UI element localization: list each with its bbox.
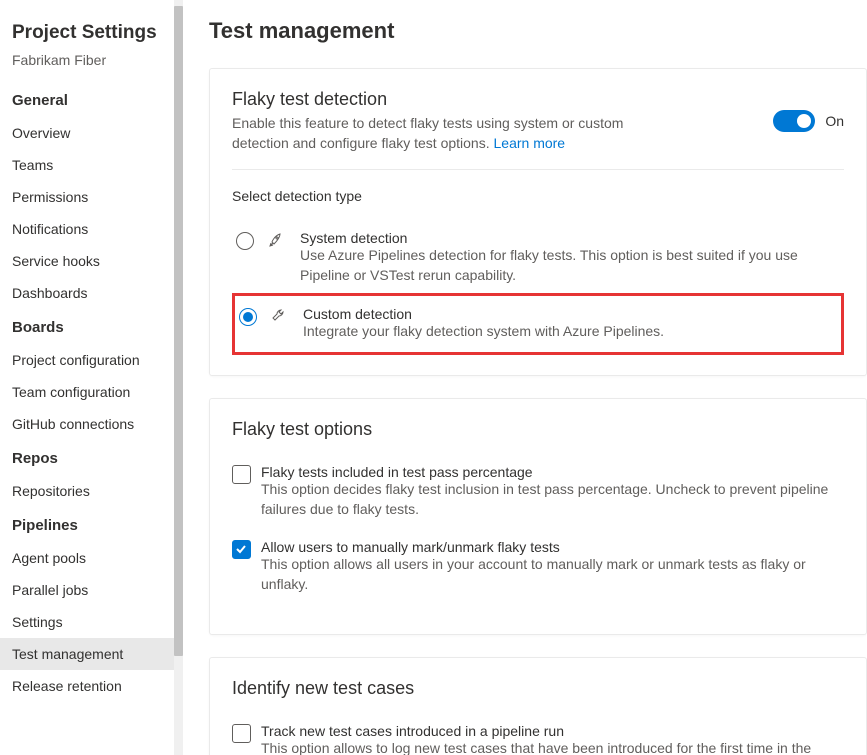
detection-title: Flaky test detection: [232, 89, 662, 110]
option-desc-1: This option allows all users in your acc…: [261, 555, 844, 594]
flaky-detection-card: Flaky test detection Enable this feature…: [209, 68, 867, 376]
sidebar-item-notifications[interactable]: Notifications: [0, 213, 183, 245]
identify-desc-0: This option allows to log new test cases…: [261, 739, 844, 755]
radio-title: Custom detection: [303, 306, 837, 322]
sidebar: Project Settings Fabrikam Fiber GeneralO…: [0, 0, 183, 755]
detection-option-custom-detection[interactable]: Custom detectionIntegrate your flaky det…: [232, 293, 844, 355]
sidebar-item-github-connections[interactable]: GitHub connections: [0, 408, 183, 440]
identify-card: Identify new test cases Track new test c…: [209, 657, 867, 755]
sidebar-item-project-configuration[interactable]: Project configuration: [0, 344, 183, 376]
sidebar-group-general: General: [0, 82, 183, 117]
sidebar-item-release-retention[interactable]: Release retention: [0, 670, 183, 702]
option-title-1: Allow users to manually mark/unmark flak…: [261, 539, 844, 555]
sidebar-item-settings[interactable]: Settings: [0, 606, 183, 638]
radio-1[interactable]: [239, 308, 257, 326]
sidebar-group-pipelines: Pipelines: [0, 507, 183, 542]
sidebar-group-boards: Boards: [0, 309, 183, 344]
option-desc-0: This option decides flaky test inclusion…: [261, 480, 844, 519]
toggle-label: On: [825, 113, 844, 129]
flaky-options-card: Flaky test options Flaky tests included …: [209, 398, 867, 635]
detection-option-system-detection[interactable]: System detectionUse Azure Pipelines dete…: [232, 222, 844, 293]
select-detection-label: Select detection type: [232, 188, 844, 204]
identify-checkbox-0[interactable]: [232, 724, 251, 743]
radio-desc: Integrate your flaky detection system wi…: [303, 322, 837, 342]
option-title-0: Flaky tests included in test pass percen…: [261, 464, 844, 480]
detection-toggle-wrap: On: [773, 110, 844, 132]
sidebar-item-service-hooks[interactable]: Service hooks: [0, 245, 183, 277]
divider: [232, 169, 844, 170]
rocket-icon: [268, 232, 286, 251]
page-title: Test management: [209, 18, 867, 44]
sidebar-item-repositories[interactable]: Repositories: [0, 475, 183, 507]
identify-title-0: Track new test cases introduced in a pip…: [261, 723, 844, 739]
options-title: Flaky test options: [232, 419, 844, 440]
sidebar-title: Project Settings: [0, 16, 183, 52]
sidebar-item-permissions[interactable]: Permissions: [0, 181, 183, 213]
sidebar-project-name: Fabrikam Fiber: [0, 52, 183, 82]
sidebar-item-test-management[interactable]: Test management: [0, 638, 183, 670]
detection-toggle[interactable]: [773, 110, 815, 132]
option-checkbox-0[interactable]: [232, 465, 251, 484]
sidebar-item-parallel-jobs[interactable]: Parallel jobs: [0, 574, 183, 606]
option-row-0: Flaky tests included in test pass percen…: [232, 464, 844, 519]
scrollbar-thumb[interactable]: [174, 6, 183, 656]
option-checkbox-1[interactable]: [232, 540, 251, 559]
radio-title: System detection: [300, 230, 840, 246]
detection-description: Enable this feature to detect flaky test…: [232, 114, 662, 153]
learn-more-link[interactable]: Learn more: [494, 135, 566, 151]
sidebar-item-team-configuration[interactable]: Team configuration: [0, 376, 183, 408]
scrollbar-track[interactable]: [174, 0, 183, 755]
identify-row-0: Track new test cases introduced in a pip…: [232, 723, 844, 755]
sidebar-group-repos: Repos: [0, 440, 183, 475]
sidebar-item-agent-pools[interactable]: Agent pools: [0, 542, 183, 574]
wrench-icon: [271, 308, 289, 327]
sidebar-item-overview[interactable]: Overview: [0, 117, 183, 149]
radio-desc: Use Azure Pipelines detection for flaky …: [300, 246, 840, 285]
radio-0[interactable]: [236, 232, 254, 250]
identify-title: Identify new test cases: [232, 678, 844, 699]
sidebar-item-dashboards[interactable]: Dashboards: [0, 277, 183, 309]
main-content: Test management Flaky test detection Ena…: [183, 0, 867, 755]
sidebar-item-teams[interactable]: Teams: [0, 149, 183, 181]
option-row-1: Allow users to manually mark/unmark flak…: [232, 539, 844, 594]
